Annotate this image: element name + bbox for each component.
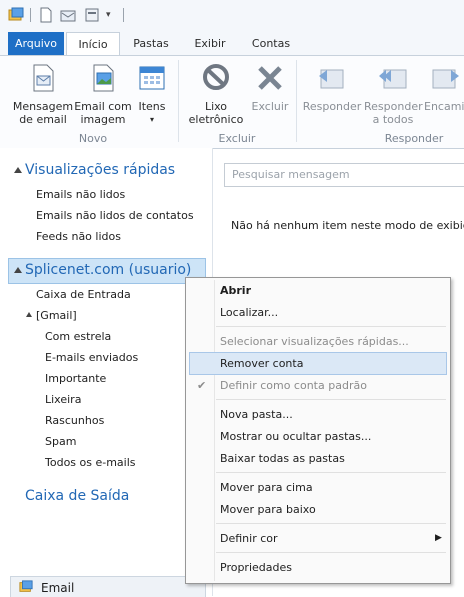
quick-views-title[interactable]: Visualizações rápidas [25,162,175,178]
folder-drafts[interactable]: Rascunhos [45,414,104,427]
collapse-arrow-icon[interactable] [26,312,32,317]
menu-separator [216,523,446,524]
delete-label: Excluir [251,100,289,113]
quick-access-toolbar: ▾ [0,0,464,33]
collapse-arrow-icon[interactable] [14,267,22,273]
tab-exibir[interactable]: Exibir [186,32,234,55]
menu-item-select-quick-views[interactable]: Selecionar visualizações rápidas... [189,331,447,352]
menu-item-find[interactable]: Localizar... [189,302,447,323]
group-label-responder: Responder [384,132,444,145]
reply-all-button[interactable]: Responder a todos [364,62,423,126]
calendar-icon [139,66,165,90]
chevron-down-icon: ▾ [149,115,154,124]
forward-label: Encaminhar [424,100,464,113]
block-icon [203,64,229,90]
collapse-arrow-icon[interactable] [14,167,22,173]
junk-label: Lixo eletrônico [188,100,244,126]
menu-item-set-color[interactable]: Definir cor ▶ [189,528,447,549]
tab-contas[interactable]: Contas [244,32,298,55]
chevron-down-icon[interactable]: ▾ [106,10,111,20]
ribbon-tabs: Arquivo Início Pastas Exibir Contas [0,32,464,56]
folder-inbox[interactable]: Caixa de Entrada [36,288,131,301]
account-row[interactable]: Splicenet.com (usuario) [8,258,206,284]
menu-separator [216,399,446,400]
bottom-nav-email[interactable]: Email [10,576,206,597]
folder-starred[interactable]: Com estrela [45,330,111,343]
reply-button[interactable]: Responder [300,62,364,113]
menu-separator [216,326,446,327]
reply-all-label: Responder a todos [364,100,423,126]
quick-view-item[interactable]: Feeds não lidos [36,230,121,243]
account-name: Splicenet.com (usuario) [25,262,192,278]
tab-arquivo[interactable]: Arquivo [8,32,64,55]
photo-email-icon [93,64,114,92]
send-receive-icon[interactable] [84,7,100,23]
reply-icon [319,69,344,89]
tab-inicio[interactable]: Início [66,32,120,56]
context-menu: Abrir Localizar... Selecionar visualizaç… [185,277,451,584]
menu-item-set-default[interactable]: ✔ Definir como conta padrão [189,375,447,396]
folder-pane: Visualizações rápidas Emails não lidos E… [0,148,213,596]
junk-button[interactable]: Lixo eletrônico [184,62,248,126]
group-separator [296,60,297,142]
menu-item-download-all[interactable]: Baixar todas as pastas [189,448,447,469]
new-email-label: Mensagem de email [12,100,74,126]
reply-icon[interactable] [60,7,76,23]
group-separator [178,60,179,142]
quick-view-item[interactable]: Emails não lidos [36,188,125,201]
items-label: Itens [138,100,166,113]
empty-view-message: Não há nenhum item neste modo de exibiçã… [231,219,464,232]
menu-item-remove-account[interactable]: Remover conta [189,352,447,375]
folder-sent[interactable]: E-mails enviados [45,351,138,364]
delete-button[interactable]: Excluir [250,62,290,113]
mail-app-icon[interactable] [8,7,24,23]
group-label-novo: Novo [78,132,108,145]
reply-label: Responder [302,100,362,113]
menu-separator [216,552,446,553]
reply-all-icon [379,69,407,89]
menu-separator [216,472,446,473]
forward-icon [432,69,459,89]
mail-app-icon [19,580,33,592]
toolbar-separator [30,8,31,22]
new-email-icon [33,64,54,92]
menu-item-show-hide-folders[interactable]: Mostrar ou ocultar pastas... [189,426,447,447]
bottom-nav-label: Email [41,581,75,595]
group-label-excluir: Excluir [218,132,256,145]
outbox-title[interactable]: Caixa de Saída [25,488,129,504]
search-placeholder: Pesquisar mensagem [232,168,350,181]
folder-important[interactable]: Importante [45,372,106,385]
menu-item-properties[interactable]: Propriedades [189,557,447,578]
folder-spam[interactable]: Spam [45,435,76,448]
forward-button[interactable]: Encaminhar [424,62,464,113]
folder-trash[interactable]: Lixeira [45,393,81,406]
new-email-button[interactable]: Mensagem de email [12,62,74,126]
tab-pastas[interactable]: Pastas [126,32,176,55]
menu-item-new-folder[interactable]: Nova pasta... [189,404,447,425]
delete-icon [258,66,282,90]
toolbar-separator [123,8,124,22]
folder-gmail[interactable]: [Gmail] [36,309,77,322]
checkmark-icon: ✔ [197,379,207,392]
email-with-image-button[interactable]: Email com imagem [74,62,132,126]
menu-item-move-down[interactable]: Mover para baixo [189,499,447,520]
search-input[interactable]: Pesquisar mensagem [224,163,464,187]
menu-item-open[interactable]: Abrir [189,280,447,301]
items-button[interactable]: Itens ▾ [134,62,170,126]
submenu-arrow-icon: ▶ [435,533,442,543]
quick-view-item[interactable]: Emails não lidos de contatos [36,209,194,222]
ribbon: Mensagem de email Email com imagem Itens… [0,55,464,149]
menu-item-move-up[interactable]: Mover para cima [189,477,447,498]
folder-all-mail[interactable]: Todos os e-mails [45,456,136,469]
email-with-image-label: Email com imagem [74,100,132,126]
new-document-icon[interactable] [38,7,54,23]
